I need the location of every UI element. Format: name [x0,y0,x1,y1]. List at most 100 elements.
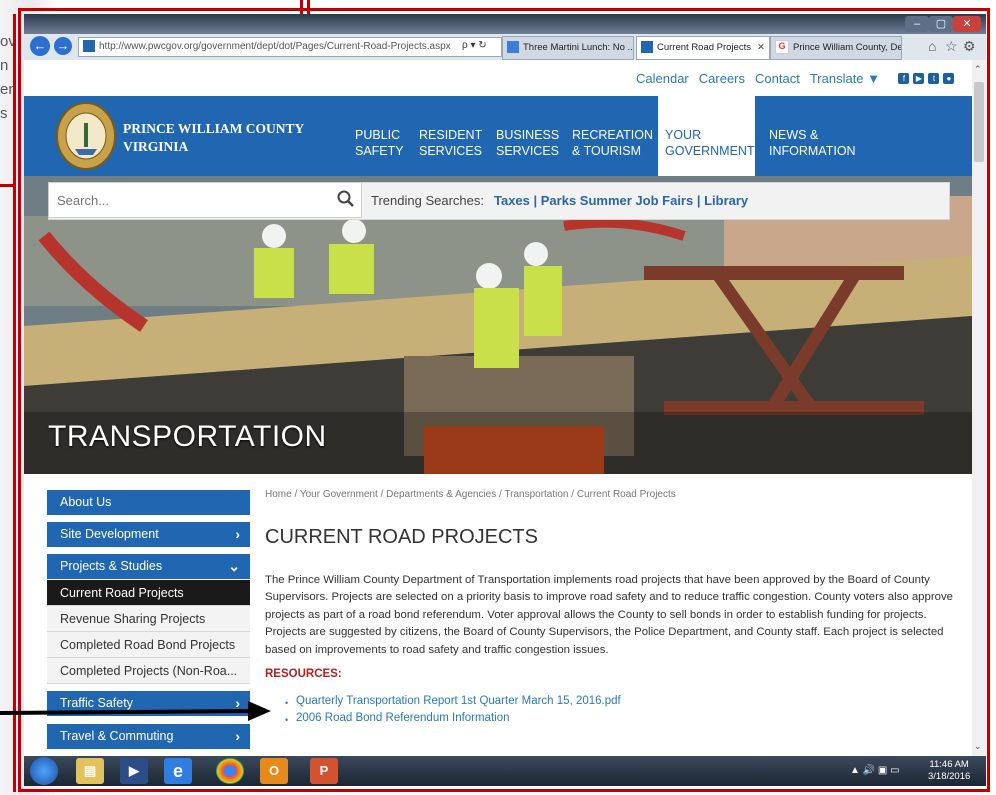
scrollbar-thumb[interactable] [974,82,984,162]
annotation-frame-tick [0,184,16,187]
internet-explorer-icon[interactable]: e [164,758,192,784]
menu-public-safety[interactable]: PUBLIC SAFETY [355,127,404,159]
clock-time: 11:46 AM [929,759,969,770]
menu-label: SERVICES [419,144,482,158]
chevron-down-icon: ⌄ [228,558,240,574]
search-icon[interactable] [337,190,355,208]
outlook-icon[interactable]: O [260,758,288,784]
scroll-up-icon[interactable]: ⌃ [974,64,982,75]
county-state-line: VIRGINIA [123,139,189,154]
trending-label: Trending Searches: [371,193,484,208]
google-icon: G [775,40,789,55]
menu-label: YOUR [665,128,702,142]
minimize-button[interactable]: – [905,16,929,32]
taskbar-clock[interactable]: 11:46 AM 3/18/2016 [928,759,970,783]
page-scrollbar[interactable]: ⌃ ⌄ [972,60,986,756]
clock-date: 3/18/2016 [928,771,971,782]
resource-link-quarterly-report[interactable]: Quarterly Transportation Report 1st Quar… [296,695,621,707]
annotation-frame-left [18,8,21,792]
resource-link-road-bond[interactable]: 2006 Road Bond Referendum Information [296,712,510,724]
annotation-arrow [0,700,272,724]
tab-three-martini[interactable]: Three Martini Lunch: No ... [502,36,634,60]
twitter-icon[interactable]: t [928,73,940,85]
address-search-icon[interactable]: ρ ▾ ↻ [462,40,487,51]
bullet: • [285,698,289,708]
sidebar-item-revenue-sharing[interactable]: Revenue Sharing Projects [47,606,250,632]
menu-news-information[interactable]: NEWS & INFORMATION [769,127,856,159]
tab-label: Three Martini Lunch: No ... [523,42,634,53]
search-input[interactable] [48,182,362,218]
favorites-star-icon[interactable]: ☆ [945,38,958,55]
translate-dropdown[interactable]: Translate ▼ [810,71,880,86]
breadcrumb[interactable]: Home / Your Government / Departments & A… [265,489,676,500]
sidebar-item-label: Projects & Studies [60,559,163,573]
sidebar-item-travel-commuting[interactable]: Travel & Commuting › [47,724,250,749]
page-body-text: The Prince William County Department of … [265,574,954,656]
county-name-line: PRINCE WILLIAM COUNTY [123,121,305,136]
page-title: CURRENT ROAD PROJECTS [265,526,538,548]
tab-close-icon[interactable]: ✕ [757,37,765,59]
trending-links[interactable]: Taxes | Parks Summer Job Fairs | Library [494,193,748,208]
annotation-frame-bottom [18,789,990,792]
county-seal-logo[interactable] [55,101,117,171]
settings-gear-icon[interactable]: ⚙ [963,38,976,55]
sidebar-item-label: Site Development [60,527,159,541]
sidebar-item-label: Revenue Sharing Projects [60,612,206,626]
sidebar-item-completed-non-road[interactable]: Completed Projects (Non-Roa... [47,658,250,684]
resources-heading: RESOURCES: [265,668,342,680]
facebook-icon[interactable]: f [898,73,910,85]
annotation-frame-left-outer [13,14,16,792]
start-orb-icon[interactable] [30,757,58,785]
tab-current-road-projects[interactable]: Current Road Projects ✕ [636,36,770,60]
chevron-right-icon: › [235,728,240,744]
menu-label: & TOURISM [572,144,641,158]
annotation-frame-right [987,8,990,792]
scroll-down-icon[interactable]: ⌄ [974,741,982,752]
hero-title: TRANSPORTATION [48,420,327,453]
site-favicon [83,40,95,53]
sidebar-item-current-road-projects[interactable]: Current Road Projects [47,580,250,606]
close-window-button[interactable]: ✕ [953,16,981,32]
sidebar-item-label: Travel & Commuting [60,729,174,743]
careers-link[interactable]: Careers [699,71,745,86]
media-player-icon[interactable]: ▶ [120,758,148,784]
flickr-icon[interactable]: ● [943,73,955,85]
county-name[interactable]: PRINCE WILLIAM COUNTY VIRGINIA [123,120,304,156]
calendar-link[interactable]: Calendar [636,71,689,86]
utility-nav: Calendar Careers Contact Translate ▼ f ▶ t ● [636,70,955,88]
sidebar-item-projects-studies[interactable]: Projects & Studies ⌄ [47,554,250,579]
menu-resident-services[interactable]: RESIDENT SERVICES [419,127,482,159]
menu-label: NEWS & [769,128,819,142]
youtube-icon[interactable]: ▶ [913,73,925,85]
sidebar-item-completed-road-bond[interactable]: Completed Road Bond Projects [47,632,250,658]
nr-icon [507,41,519,54]
annotation-frame-tab [307,0,310,14]
menu-your-government[interactable]: YOUR GOVERNMENT [665,127,755,159]
file-explorer-icon[interactable]: ▤ [76,758,104,784]
sidebar-item-label: Completed Projects (Non-Roa... [60,664,238,678]
address-bar[interactable]: http://www.pwcgov.org/government/dept/do… [78,37,502,57]
sidebar-item-label: Current Road Projects [60,586,184,600]
tab-prince-william[interactable]: G Prince William County, De... [770,36,902,60]
back-button[interactable]: ← [30,36,50,56]
contact-link[interactable]: Contact [755,71,800,86]
forward-button[interactable]: → [54,37,72,55]
menu-business-services[interactable]: BUSINESS SERVICES [496,127,559,159]
sidebar-item-label: Completed Road Bond Projects [60,638,236,652]
chrome-icon[interactable] [216,758,244,784]
sidebar-item-label: About Us [60,495,112,509]
tab-label: Current Road Projects [657,42,751,53]
menu-label: RECREATION [572,128,654,142]
menu-recreation-tourism[interactable]: RECREATION & TOURISM [572,127,653,159]
sidebar-item-about-us[interactable]: About Us [47,490,250,515]
maximize-button[interactable]: ▢ [929,16,953,32]
menu-label: RESIDENT [419,128,483,142]
bullet: • [285,715,289,725]
tab-label: Prince William County, De... [793,42,902,53]
sidebar-item-site-development[interactable]: Site Development › [47,522,250,547]
url-text: http://www.pwcgov.org/government/dept/do… [99,41,451,52]
home-icon[interactable]: ⌂ [928,38,936,54]
annotation-frame-top [18,8,990,11]
powerpoint-icon[interactable]: P [310,758,338,784]
system-tray-icons[interactable]: ▲ 🔊 ▣ ▭ [850,765,900,776]
